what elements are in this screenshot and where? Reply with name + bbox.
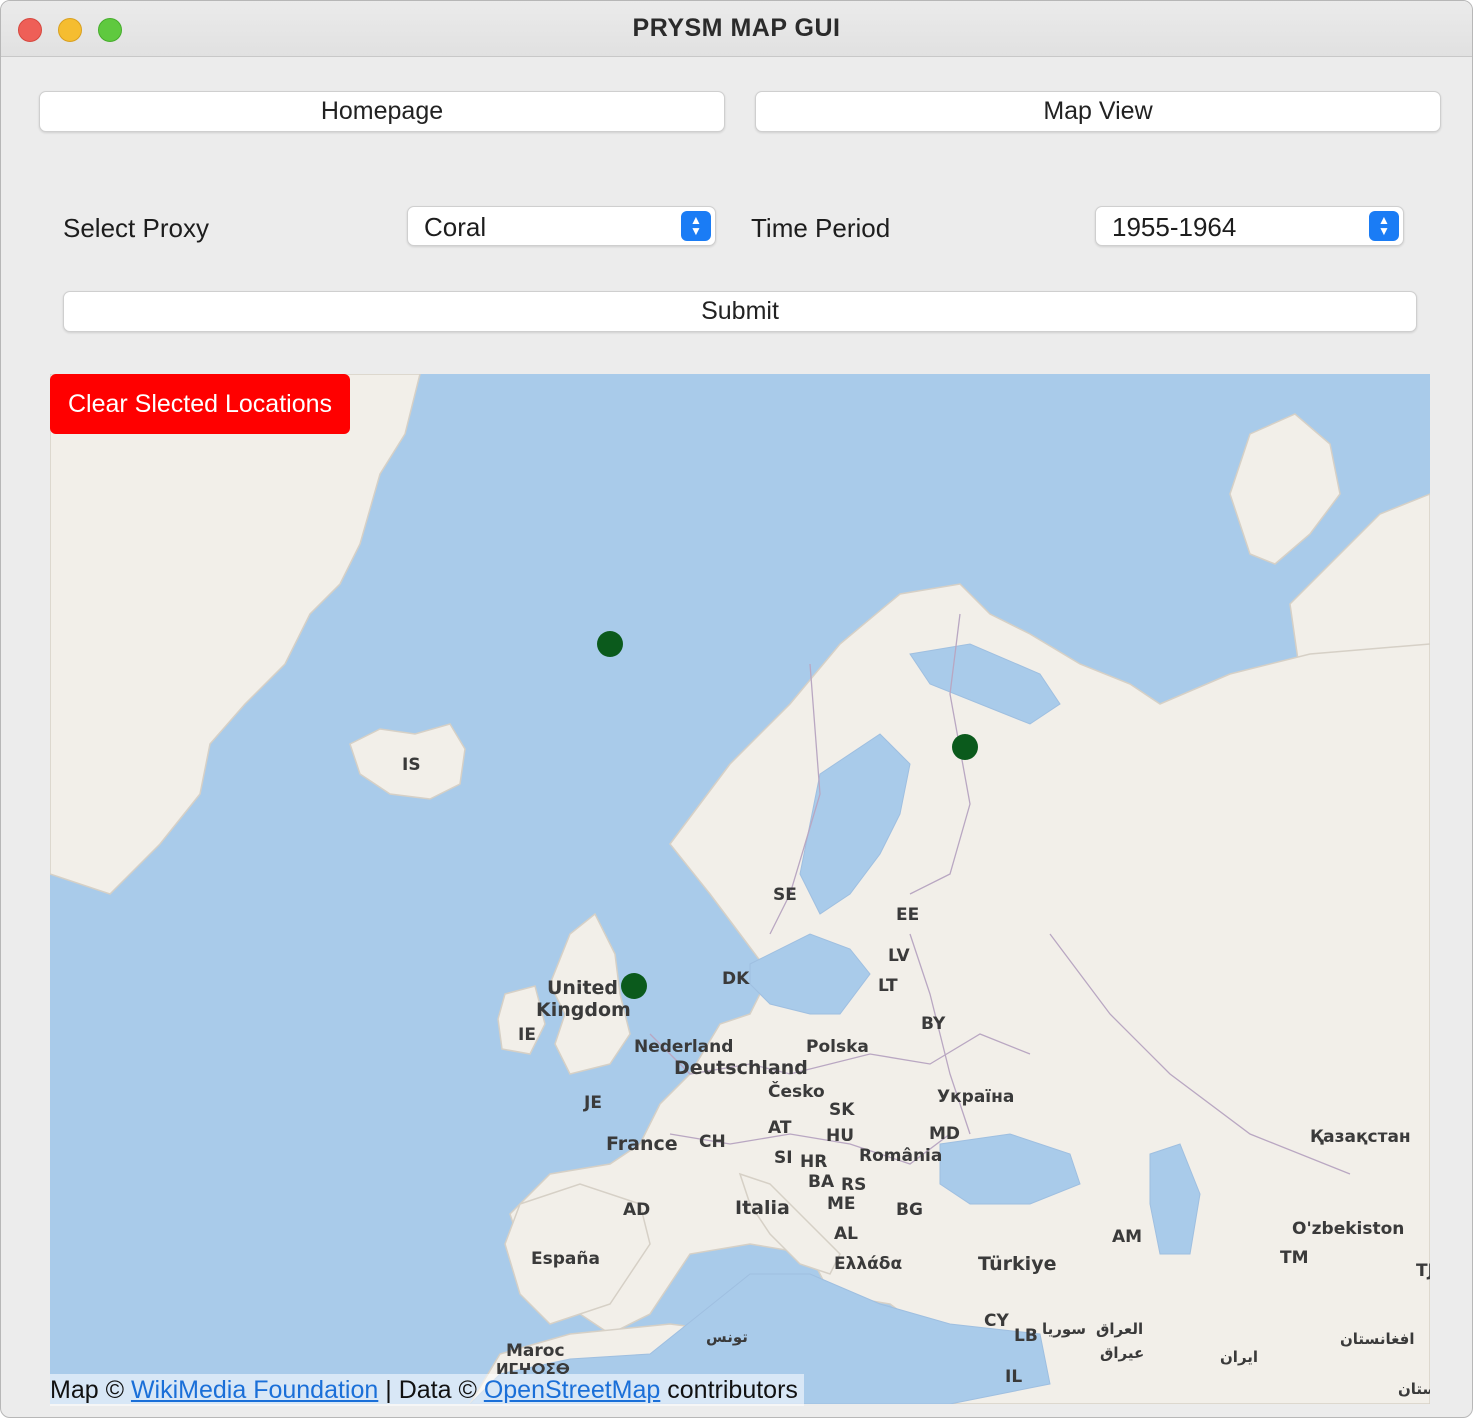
app-window: PRYSM MAP GUI Homepage Map View Select P… [0, 0, 1473, 1418]
map-label: Italia [735, 1197, 790, 1219]
map-label: France [606, 1133, 678, 1155]
map-label: AL [834, 1224, 858, 1244]
attribution-mid: | Data © [385, 1376, 477, 1404]
select-proxy-label: Select Proxy [63, 213, 209, 243]
map-canvas[interactable]: IS SE EE LV LT DK United Kingdom IE BY N… [50, 374, 1430, 1404]
map-label: ایران [1220, 1348, 1258, 1366]
map-label: AM [1112, 1227, 1142, 1247]
map-label: سوريا [1042, 1320, 1086, 1338]
map-label: LT [878, 976, 898, 996]
map-label: Türkiye [978, 1253, 1056, 1275]
map-label: AD [623, 1200, 650, 1220]
window-title: PRYSM MAP GUI [632, 14, 841, 42]
map-label: Nederland [634, 1037, 733, 1057]
wikimedia-link[interactable]: WikiMedia Foundation [131, 1376, 378, 1404]
map-label: Maroc [506, 1341, 565, 1361]
map-label: BA [808, 1172, 835, 1192]
map-label: AT [768, 1118, 792, 1138]
map-label: افغانستان [1340, 1330, 1415, 1348]
homepage-button[interactable]: Homepage [39, 91, 725, 132]
map-label: IS [402, 755, 421, 775]
map-label: España [531, 1249, 600, 1269]
map-label: العراق [1096, 1320, 1143, 1338]
map-label: BG [896, 1200, 923, 1220]
map-label: Україна [937, 1087, 1014, 1107]
map-label: LV [888, 946, 910, 966]
map-label: United [547, 977, 618, 999]
map-label: TJ [1416, 1261, 1430, 1281]
map-label: JE [583, 1093, 602, 1113]
map-label: Kingdom [536, 999, 631, 1021]
map-label: Қазақстан [1310, 1127, 1411, 1147]
proxy-select[interactable]: Coral ▲ ▼ [407, 206, 716, 246]
map-label: SK [829, 1100, 855, 1120]
map-label: SI [774, 1148, 793, 1168]
map-attribution: Map © WikiMedia Foundation | Data © Open… [50, 1374, 804, 1406]
location-marker[interactable] [597, 631, 623, 657]
proxy-select-value: Coral [424, 212, 487, 242]
map-label: IL [1005, 1367, 1022, 1387]
map-label: ستان [1398, 1380, 1430, 1398]
map-label: HU [826, 1126, 854, 1146]
map-view[interactable]: IS SE EE LV LT DK United Kingdom IE BY N… [50, 374, 1430, 1404]
map-label: CH [699, 1132, 726, 1152]
time-period-label: Time Period [751, 213, 891, 243]
map-label: SE [773, 885, 797, 905]
time-period-select-value: 1955-1964 [1112, 212, 1237, 242]
map-label: Deutschland [674, 1057, 808, 1079]
map-label: DK [722, 969, 750, 989]
clear-selected-locations-button[interactable]: Clear Slected Locations [50, 374, 350, 434]
map-label: BY [921, 1014, 946, 1034]
location-marker[interactable] [621, 973, 647, 999]
chevron-updown-icon: ▲ ▼ [1369, 211, 1399, 241]
map-label: Česko [768, 1080, 825, 1102]
map-label: HR [800, 1152, 827, 1172]
attribution-prefix: Map © [50, 1376, 124, 1404]
attribution-suffix: contributors [667, 1376, 798, 1404]
map-label: EE [896, 905, 919, 925]
map-label: عيراق [1100, 1344, 1144, 1362]
map-label: TM [1280, 1248, 1309, 1268]
time-period-select[interactable]: 1955-1964 ▲ ▼ [1095, 206, 1404, 246]
submit-button[interactable]: Submit [63, 291, 1417, 332]
map-label: Ελλάδα [834, 1254, 902, 1274]
location-marker[interactable] [952, 734, 978, 760]
map-label: LB [1014, 1326, 1038, 1346]
map-label: IE [518, 1025, 536, 1045]
map-label: RS [841, 1175, 866, 1195]
map-label: Polska [806, 1037, 869, 1057]
map-label: O'zbekiston [1292, 1219, 1404, 1239]
chevron-updown-icon: ▲ ▼ [681, 211, 711, 241]
map-label: ME [827, 1194, 856, 1214]
map-label: CY [984, 1311, 1009, 1331]
map-label: تونس [706, 1328, 748, 1346]
map-label: MD [929, 1124, 960, 1144]
title-bar: PRYSM MAP GUI [1, 1, 1472, 57]
map-view-button[interactable]: Map View [755, 91, 1441, 132]
openstreetmap-link[interactable]: OpenStreetMap [484, 1376, 661, 1404]
map-label: România [859, 1146, 942, 1166]
